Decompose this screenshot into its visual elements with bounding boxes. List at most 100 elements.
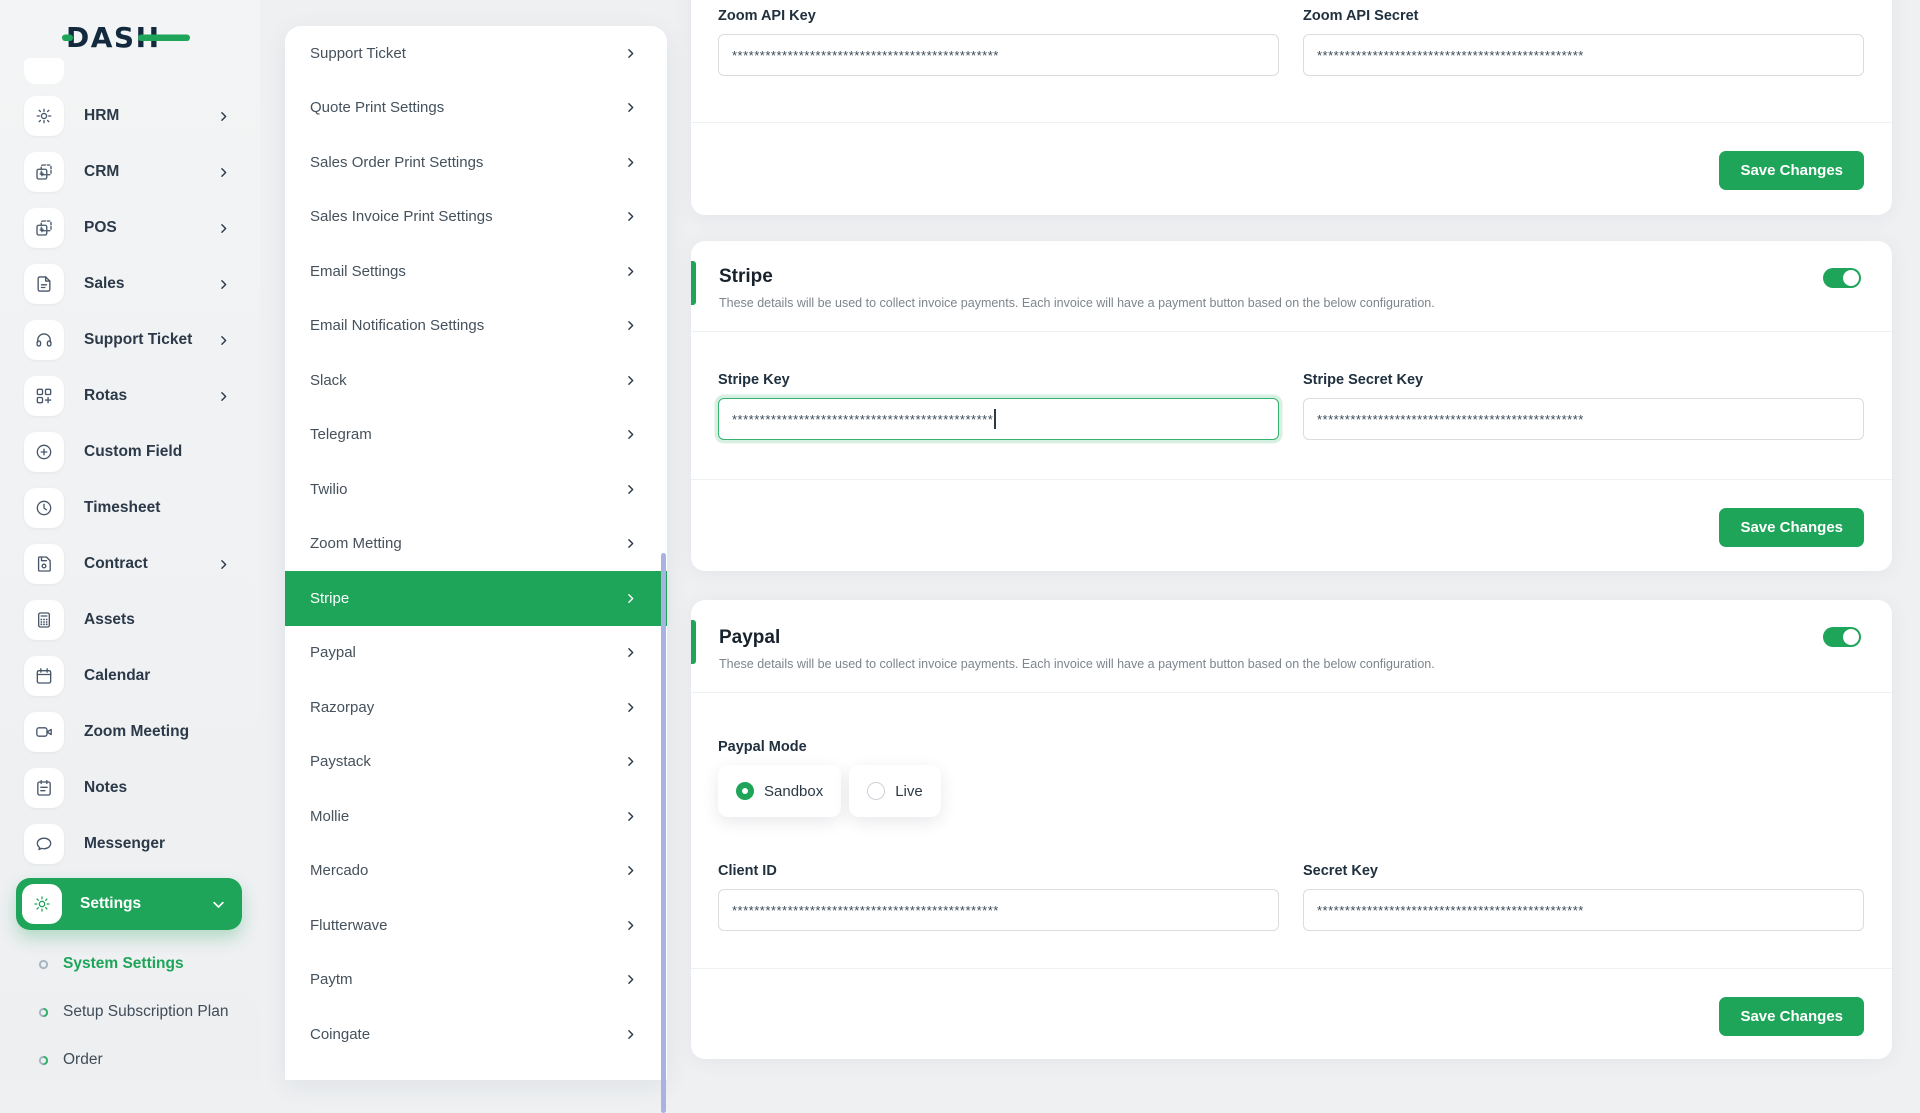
sidebar-item-settings[interactable]: Settings [16,878,242,930]
save-changes-button[interactable]: Save Changes [1719,997,1864,1036]
toggle-knob [1843,270,1859,286]
client-id-input[interactable] [718,889,1279,931]
stripe-secret-key-input[interactable] [1303,398,1864,440]
settings-menu-item-quote-print-settings[interactable]: Quote Print Settings [285,81,667,136]
settings-menu-item-razorpay[interactable]: Razorpay [285,680,667,735]
zoom-api-key-input[interactable] [718,34,1279,76]
menu-item-label: Zoom Metting [310,535,402,553]
contract-icon [24,544,64,584]
form-field: Client ID [718,861,1279,931]
secret-key-input[interactable] [1303,889,1864,931]
settings-menu-item-mercado[interactable]: Mercado [285,844,667,899]
save-changes-button[interactable]: Save Changes [1719,151,1864,190]
zoom-api-secret-input[interactable] [1303,34,1864,76]
sidebar-item-rotas[interactable]: Rotas [0,368,250,424]
paypal-mode-live[interactable]: Live [849,765,941,817]
sidebar-item-timesheet[interactable]: Timesheet [0,480,250,536]
settings-menu-item-paystack[interactable]: Paystack [285,735,667,790]
submenu-item-order[interactable]: Order [0,1036,250,1084]
sidebar-item-support-ticket[interactable]: Support Ticket [0,312,250,368]
submenu-item-label: Order [63,1051,103,1068]
menu-item-label: Coingate [310,1025,371,1043]
chevron-right-icon [217,390,230,403]
settings-menu-item-skrill[interactable]: Skrill [285,1062,667,1081]
sidebar-item-label: Contract [84,555,148,572]
sidebar-item-label: Sales [84,275,125,292]
sidebar-item-messenger[interactable]: Messenger [0,816,250,872]
settings-menu-item-paypal[interactable]: Paypal [285,626,667,681]
settings-menu-item-flutterwave[interactable]: Flutterwave [285,898,667,953]
sidebar-item-label: HRM [84,107,120,124]
settings-menu-item-telegram[interactable]: Telegram [285,408,667,463]
settings-menu-item-paytm[interactable]: Paytm [285,953,667,1008]
sidebar-item-notes[interactable]: Notes [0,760,250,816]
settings-menu-item-sales-invoice-print-settings[interactable]: Sales Invoice Print Settings [285,190,667,245]
sidebar-item-label: Settings [80,895,142,912]
stripe-enabled-toggle[interactable] [1823,268,1861,288]
sidebar-item-assets[interactable]: Assets [0,592,250,648]
sidebar-item-label: CRM [84,163,120,180]
sidebar-item-calendar[interactable]: Calendar [0,648,250,704]
sidebar-item-sales[interactable]: Sales [0,256,250,312]
sidebar-item-hrm[interactable]: HRM [0,88,250,144]
settings-submenu: System Settings Setup Subscription Plan Or… [0,940,250,1084]
settings-menu-item-zoom-metting[interactable]: Zoom Metting [285,517,667,572]
menu-item-label: Flutterwave [310,916,388,934]
sidebar-item-contract[interactable]: Contract [0,536,250,592]
stripe-section-title: Stripe [719,266,773,287]
paypal-section-description: These details will be used to collect in… [719,657,1435,671]
menu-item-label: Paypal [310,644,356,662]
pos-icon [24,208,64,248]
bullet-icon [38,959,49,970]
custom-field-icon [24,432,64,472]
submenu-item-label: Setup Subscription Plan [63,1003,229,1020]
form-field: Stripe Key *****************************… [718,370,1279,440]
client-id-label: Client ID [718,863,777,879]
menu-item-label: Twilio [310,480,348,498]
paypal-enabled-toggle[interactable] [1823,627,1861,647]
zoom-api-key-label: Zoom API Key [718,8,816,24]
sidebar-item-label: Notes [84,779,128,796]
chevron-right-icon [624,374,637,387]
dash-logo-icon: DASH [62,21,190,54]
chevron-right-icon [624,701,637,714]
stripe-section-description: These details will be used to collect in… [719,296,1435,310]
settings-menu-item-stripe[interactable]: Stripe [285,571,667,626]
sidebar-item-custom-field[interactable]: Custom Field [0,424,250,480]
chevron-right-icon [624,319,637,332]
secret-key-label: Secret Key [1303,863,1378,879]
submenu-item-system-settings[interactable]: System Settings [0,940,250,988]
bullet-icon [38,1055,49,1066]
panel-scrollbar[interactable] [661,553,666,1113]
settings-menu-item-sales-order-print-settings[interactable]: Sales Order Print Settings [285,135,667,190]
settings-menu-item-support-ticket[interactable]: Support Ticket [285,26,667,81]
stripe-key-input[interactable]: ****************************************… [718,398,1279,440]
settings-menu-item-coingate[interactable]: Coingate [285,1007,667,1062]
chevron-down-icon [211,897,226,912]
sidebar-item-partial [24,58,64,84]
settings-menu-item-slack[interactable]: Slack [285,353,667,408]
sidebar-item-crm[interactable]: CRM [0,144,250,200]
settings-menu-item-mollie[interactable]: Mollie [285,789,667,844]
save-changes-button[interactable]: Save Changes [1719,508,1864,547]
settings-menu-item-twilio[interactable]: Twilio [285,462,667,517]
sidebar-item-pos[interactable]: POS [0,200,250,256]
sidebar-item-label: Timesheet [84,499,161,516]
menu-item-label: Paytm [310,971,353,989]
submenu-item-setup-subscription-plan[interactable]: Setup Subscription Plan [0,988,250,1036]
settings-menu-item-email-settings[interactable]: Email Settings [285,244,667,299]
menu-item-label: Email Notification Settings [310,317,485,335]
radio-unselected-icon [867,782,886,800]
menu-item-label: Email Settings [310,262,406,280]
chevron-right-icon [217,558,230,571]
messenger-icon [24,824,64,864]
stripe-key-label: Stripe Key [718,372,790,388]
chevron-right-icon [217,222,230,235]
chevron-right-icon [624,210,637,223]
sidebar-item-zoom-meeting[interactable]: Zoom Meeting [0,704,250,760]
brand-logo[interactable]: DASH [52,20,192,59]
paypal-mode-sandbox[interactable]: Sandbox [718,765,842,817]
settings-menu-item-email-notification-settings[interactable]: Email Notification Settings [285,299,667,354]
menu-item-label: Quote Print Settings [310,99,445,117]
text-cursor [994,409,996,429]
